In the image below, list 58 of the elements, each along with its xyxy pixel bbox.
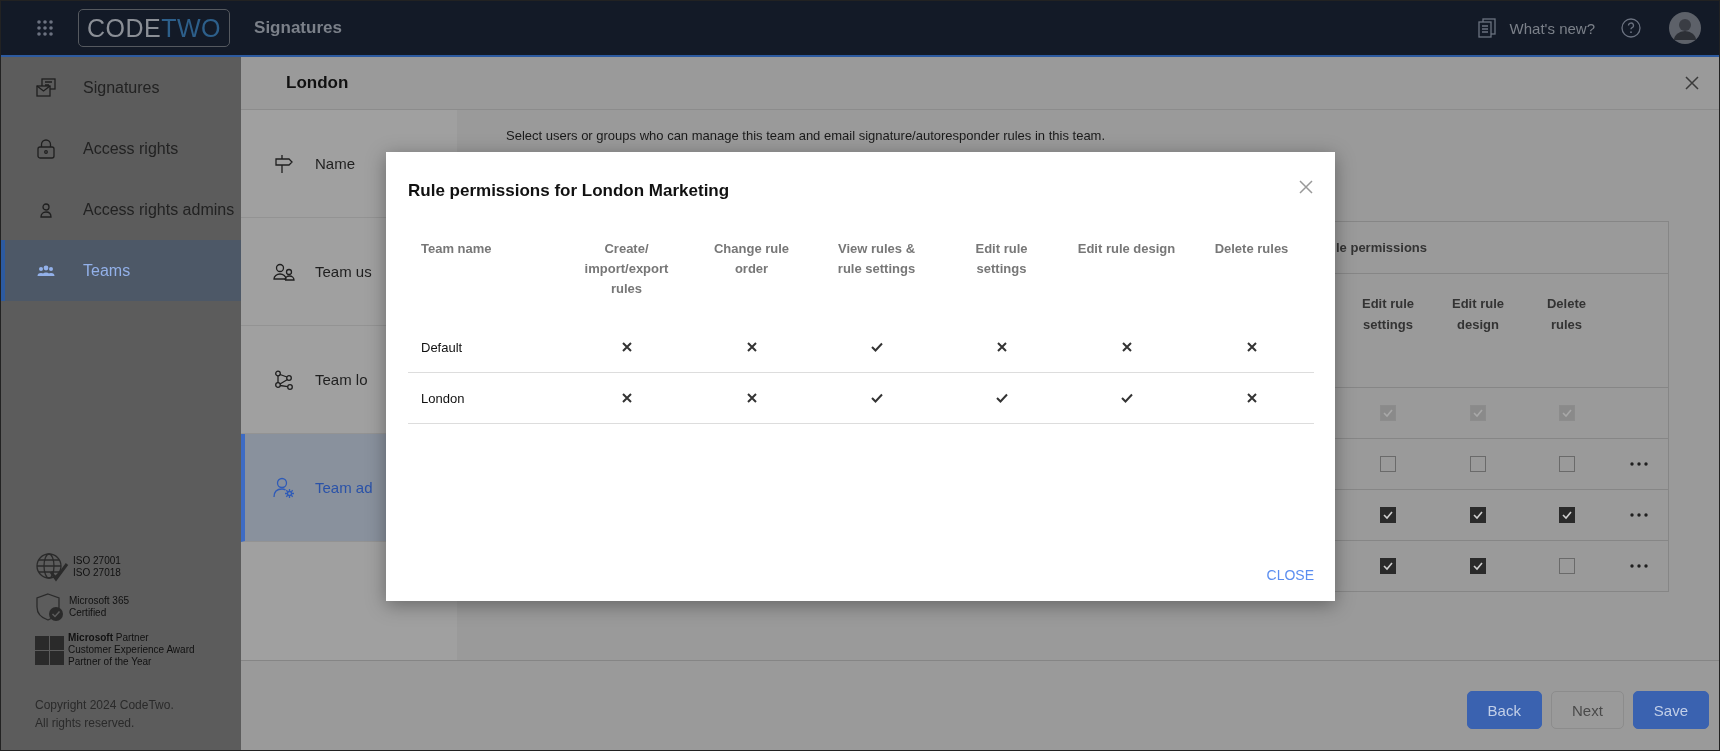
people-icon (35, 263, 57, 278)
more-icon[interactable] (1630, 462, 1648, 466)
close-icon[interactable] (1299, 180, 1313, 194)
check-icon (1560, 509, 1573, 521)
sidebar-item[interactable]: Access rights admins (1, 179, 241, 240)
footer-button[interactable]: Save (1632, 691, 1709, 729)
checkbox[interactable] (1558, 507, 1575, 523)
checkbox[interactable] (1470, 456, 1486, 472)
certification-text: Microsoft Partner Customer Experience Award Partner of the Year (68, 632, 195, 668)
shield-check-icon (35, 592, 65, 622)
checkbox[interactable] (1380, 558, 1396, 574)
column-group-header: le permissions (1336, 240, 1428, 255)
document-icon[interactable] (1477, 18, 1496, 38)
check-icon (1382, 560, 1394, 572)
four-squares-icon (35, 635, 64, 665)
app-launcher-icon[interactable] (36, 19, 54, 37)
check-icon (1472, 560, 1484, 572)
logo[interactable]: CODETWO (78, 9, 231, 47)
check-icon (1382, 509, 1394, 521)
intro-text: Select users or groups who can manage this team and email signature/autoresponder rules in this team. (506, 128, 1107, 143)
column-header: Create/ import/export rules (584, 241, 669, 296)
certification-text: Microsoft 365 Certified (69, 595, 130, 619)
sidebar-item[interactable]: Access rights (1, 118, 241, 179)
column-header: Delete rules (1214, 241, 1289, 256)
whats-new-link[interactable]: What's new? (1509, 19, 1595, 37)
globe-check-icon (35, 552, 69, 582)
column-header: Edit rule settings (975, 241, 1028, 276)
check-icon (1472, 509, 1484, 521)
close-link[interactable]: CLOSE (1266, 567, 1314, 583)
column-header: Edit rule design (1451, 295, 1505, 334)
column-header: Edit rule settings (1361, 295, 1415, 334)
sidebar-item[interactable]: Teams (1, 240, 241, 301)
footer-button[interactable]: Back (1466, 691, 1542, 729)
checkbox[interactable] (1558, 456, 1575, 472)
checkbox[interactable] (1380, 456, 1396, 472)
sidebar-item[interactable]: Signatures (1, 57, 241, 118)
users-icon (273, 262, 295, 281)
envelope-card-icon (35, 77, 57, 98)
column-header: Change rule order (713, 241, 790, 276)
checkbox[interactable] (1470, 558, 1486, 574)
panel-title: London (286, 73, 349, 93)
column-header: View rules & rule settings (837, 241, 916, 276)
column-header: Delete rules (1546, 295, 1587, 334)
checkbox[interactable] (1380, 507, 1396, 523)
more-icon[interactable] (1630, 564, 1648, 568)
checkbox[interactable] (1470, 507, 1486, 523)
more-icon[interactable] (1630, 513, 1648, 517)
checkbox[interactable] (1558, 558, 1575, 574)
column-header: Edit rule design (1077, 241, 1176, 256)
network-nodes-icon (273, 369, 295, 390)
lock-icon (35, 138, 57, 159)
avatar-icon[interactable] (1669, 12, 1701, 44)
user-gear-icon (273, 476, 295, 499)
help-icon[interactable] (1621, 18, 1641, 38)
close-icon[interactable] (1685, 76, 1699, 90)
app-title: Signatures (254, 18, 342, 38)
certification-text: ISO 27001 ISO 27018 (73, 555, 121, 579)
signpost-icon (273, 153, 295, 174)
